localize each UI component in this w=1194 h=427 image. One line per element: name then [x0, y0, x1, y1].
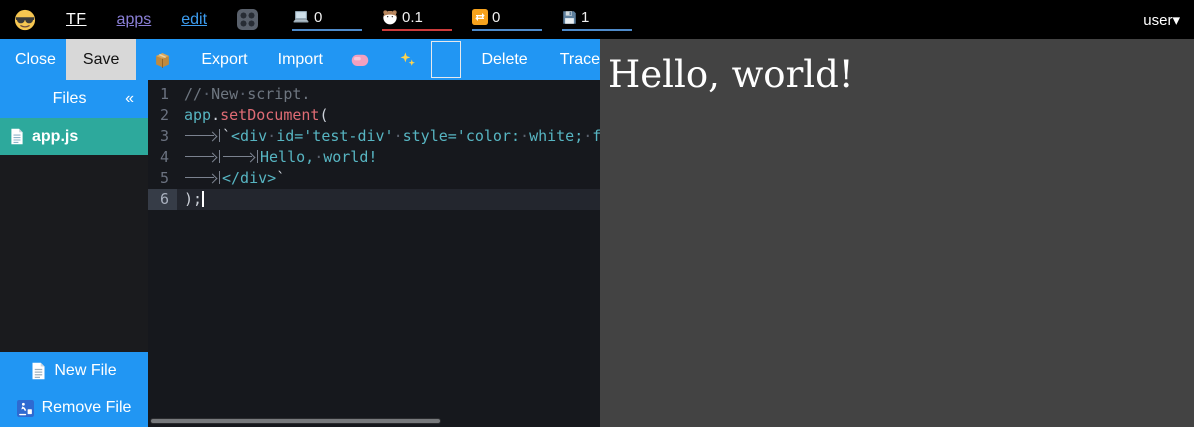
floppy-disk-icon: [562, 10, 577, 25]
file-name: app.js: [32, 128, 78, 146]
export-button[interactable]: Export: [201, 51, 247, 69]
repeat-counter-value: 0: [492, 9, 500, 26]
sidebar-filler: [0, 155, 148, 352]
hamster-icon: [382, 9, 398, 25]
preview-panel: Hello, world!: [600, 39, 1194, 427]
files-header: Files «: [0, 80, 148, 118]
code-lines: 1//·New·script.2app.setDocument(3`<div·i…: [148, 84, 600, 210]
code-editor[interactable]: 1//·New·script.2app.setDocument(3`<div·i…: [148, 80, 600, 427]
sparkles-icon[interactable]: [399, 51, 416, 68]
cpu-counter-value: 0: [314, 9, 322, 26]
delete-button[interactable]: Delete: [481, 51, 527, 69]
file-icon: [10, 128, 24, 145]
editor-toolbar: Close Save Export Import Delete Trace: [0, 39, 600, 80]
trace-button[interactable]: Trace: [560, 51, 600, 69]
code-line[interactable]: 2app.setDocument(: [148, 105, 600, 126]
save-button[interactable]: Save: [66, 39, 136, 80]
save-counter-value: 1: [581, 9, 589, 26]
laptop-icon: [292, 9, 310, 25]
code-line[interactable]: 5</div>`: [148, 168, 600, 189]
line-number: 5: [148, 168, 177, 189]
files-title: Files: [14, 90, 125, 108]
import-button[interactable]: Import: [278, 51, 323, 69]
line-number: 4: [148, 147, 177, 168]
hamster-counter-value: 0.1: [402, 9, 423, 26]
brand-title[interactable]: TF: [66, 11, 87, 29]
hamster-counter-field[interactable]: 0.1: [382, 9, 452, 31]
remove-file-button[interactable]: Remove File: [0, 389, 148, 427]
code-line[interactable]: 4Hello,·world!: [148, 147, 600, 168]
new-file-label: New File: [54, 362, 116, 380]
hscrollbar-thumb[interactable]: [150, 418, 441, 424]
tab-whitespace-marker: [184, 129, 220, 142]
code-line[interactable]: 1//·New·script.: [148, 84, 600, 105]
preview-text: Hello, world!: [608, 53, 1194, 96]
empty-button[interactable]: [431, 41, 461, 78]
line-number: 6: [148, 189, 177, 210]
dice-grid-icon[interactable]: [237, 9, 258, 30]
line-number: 2: [148, 105, 177, 126]
tab-whitespace-marker: [184, 150, 220, 163]
repeat-counter-field[interactable]: 0: [472, 9, 542, 31]
litter-bin-icon: [17, 400, 34, 417]
sunglasses-face-icon[interactable]: [14, 9, 36, 31]
soap-icon[interactable]: [351, 53, 369, 67]
package-icon[interactable]: [154, 51, 171, 68]
tab-whitespace-marker: [222, 150, 258, 163]
line-number: 1: [148, 84, 177, 105]
horizontal-scrollbar: [150, 418, 598, 425]
files-sidebar: Files « app.js New File: [0, 80, 148, 427]
close-button[interactable]: Close: [15, 51, 56, 69]
repeat-icon: [472, 9, 488, 25]
new-file-button[interactable]: New File: [0, 352, 148, 389]
save-counter-field[interactable]: 1: [562, 9, 632, 31]
nav-link-apps[interactable]: apps: [117, 11, 152, 29]
nav-link-edit[interactable]: edit: [181, 11, 207, 29]
code-line[interactable]: 6);: [148, 189, 600, 210]
top-bar: TF apps edit 0 0.1 0: [0, 0, 1194, 39]
line-number: 3: [148, 126, 177, 147]
file-item-appjs[interactable]: app.js: [0, 118, 148, 155]
user-menu[interactable]: user▾: [1143, 11, 1180, 29]
remove-file-label: Remove File: [42, 399, 132, 417]
new-file-icon: [31, 362, 46, 380]
text-cursor: [202, 191, 204, 207]
tab-whitespace-marker: [184, 171, 220, 184]
cpu-counter-field[interactable]: 0: [292, 9, 362, 31]
code-line[interactable]: 3`<div·id='test-div'·style='color:·white…: [148, 126, 600, 147]
collapse-sidebar-icon[interactable]: «: [125, 90, 134, 108]
